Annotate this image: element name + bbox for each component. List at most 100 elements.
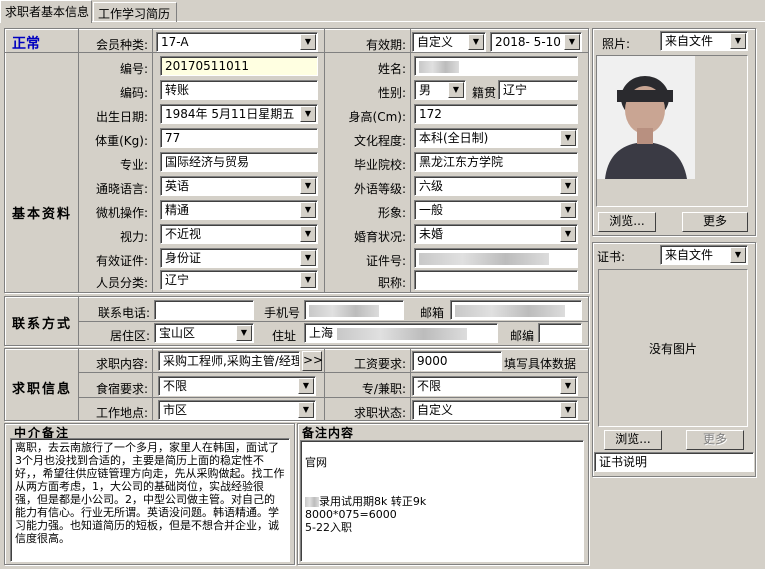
chevron-down-icon[interactable]: ▼: [298, 402, 314, 418]
birth-label: 出生日期:: [95, 110, 148, 124]
member-type-label: 会员种类:: [95, 38, 148, 52]
cert-label: 证书:: [597, 250, 626, 264]
photo-browse-button[interactable]: 浏览...: [598, 212, 656, 232]
salary-label: 工资要求:: [353, 357, 406, 371]
tab-basic-info[interactable]: 求职者基本信息: [0, 0, 92, 23]
chevron-down-icon[interactable]: ▼: [448, 82, 464, 98]
address-field[interactable]: 上海: [304, 323, 498, 343]
person-type-select[interactable]: 辽宁 ▼: [160, 270, 318, 290]
phone-label: 联系电话:: [97, 306, 150, 320]
email-label: 邮箱: [419, 306, 444, 320]
cert-description-field[interactable]: 证书说明: [594, 452, 754, 472]
weight-label: 体重(Kg):: [95, 134, 148, 148]
salary-field[interactable]: 9000: [412, 351, 502, 371]
cert-browse-button[interactable]: 浏览...: [604, 430, 662, 450]
remarks-textarea[interactable]: 官网 录用试用期8k 转正9k 8000*075=6000 5-22入职: [300, 440, 584, 562]
remarks-line: 官网: [305, 456, 327, 469]
appearance-label: 形象:: [377, 206, 406, 220]
photo-label: 照片:: [602, 37, 631, 51]
mobile-label: 手机号: [263, 306, 300, 320]
school-field[interactable]: 黑龙江东方学院: [414, 152, 578, 172]
chevron-down-icon[interactable]: ▼: [730, 33, 746, 49]
code-field[interactable]: 转账: [160, 80, 318, 100]
email-field[interactable]: [450, 300, 582, 320]
chevron-down-icon[interactable]: ▼: [300, 178, 316, 194]
parttime-label: 专/兼职:: [361, 382, 406, 396]
school-label: 毕业院校:: [353, 158, 406, 172]
chevron-down-icon[interactable]: ▼: [560, 402, 576, 418]
section-contact: 联系方式: [12, 317, 73, 332]
zip-field[interactable]: [538, 323, 582, 343]
member-type-select[interactable]: 17-A ▼: [156, 32, 318, 52]
id-type-select[interactable]: 身份证 ▼: [160, 248, 318, 268]
chevron-down-icon[interactable]: ▼: [300, 106, 316, 122]
chevron-down-icon[interactable]: ▼: [468, 34, 484, 50]
district-select[interactable]: 宝山区 ▼: [154, 323, 254, 343]
computer-label: 微机操作:: [95, 206, 148, 220]
chevron-down-icon[interactable]: ▼: [560, 130, 576, 146]
chevron-down-icon[interactable]: ▼: [560, 226, 576, 242]
appearance-select[interactable]: 一般 ▼: [414, 200, 578, 220]
photo-more-button[interactable]: 更多: [682, 212, 748, 232]
marital-select[interactable]: 未婚 ▼: [414, 224, 578, 244]
chevron-down-icon[interactable]: ▼: [298, 378, 314, 394]
tab-bar: 求职者基本信息 工作学习简历: [0, 0, 765, 23]
validity-date-picker[interactable]: 2018- 5-10 ▼: [490, 32, 582, 52]
location-label: 工作地点:: [95, 406, 148, 420]
validity-label: 有效期:: [365, 38, 406, 52]
height-label: 身高(Cm):: [348, 110, 406, 124]
chevron-down-icon[interactable]: ▼: [730, 247, 746, 263]
id-number-label: 证件号:: [365, 254, 406, 268]
cert-no-image-text: 没有图片: [648, 342, 697, 356]
language-select[interactable]: 英语 ▼: [160, 176, 318, 196]
height-field[interactable]: 172: [414, 104, 578, 124]
job-content-more-button[interactable]: >>: [302, 351, 323, 371]
major-label: 专业:: [119, 158, 148, 172]
cert-image-frame: 没有图片: [598, 269, 748, 427]
housing-select[interactable]: 不限 ▼: [158, 376, 316, 396]
cert-source-select[interactable]: 来自文件 ▼: [660, 245, 748, 265]
agent-note-textarea[interactable]: 离职，去云南旅行了一个多月，家里人在韩国，面试了3个月也没找到合适的，主要是简历…: [10, 438, 290, 562]
id-type-label: 有效证件:: [95, 254, 148, 268]
title-field[interactable]: [414, 270, 578, 290]
job-status-select[interactable]: 自定义 ▼: [412, 400, 578, 420]
birth-date-picker[interactable]: 1984年 5月11日星期五 ▼: [160, 104, 318, 124]
chevron-down-icon[interactable]: ▼: [236, 325, 252, 341]
mobile-field[interactable]: [304, 300, 404, 320]
parttime-select[interactable]: 不限 ▼: [412, 376, 578, 396]
phone-field[interactable]: [154, 300, 254, 320]
gender-label: 性别:: [377, 86, 406, 100]
major-field[interactable]: 国际经济与贸易: [160, 152, 318, 172]
district-label: 居住区:: [109, 329, 150, 343]
gender-select[interactable]: 男 ▼: [414, 80, 466, 100]
validity-mode-select[interactable]: 自定义 ▼: [412, 32, 486, 52]
vision-select[interactable]: 不近视 ▼: [160, 224, 318, 244]
vision-label: 视力:: [119, 230, 148, 244]
photo-source-select[interactable]: 来自文件 ▼: [660, 31, 748, 51]
chevron-down-icon[interactable]: ▼: [300, 34, 316, 50]
chevron-down-icon[interactable]: ▼: [564, 34, 580, 50]
education-select[interactable]: 本科(全日制) ▼: [414, 128, 578, 148]
chevron-down-icon[interactable]: ▼: [300, 250, 316, 266]
location-select[interactable]: 市区 ▼: [158, 400, 316, 420]
remarks-line: 录用试用期8k 转正9k: [305, 495, 579, 508]
housing-label: 食宿要求:: [95, 382, 148, 396]
id-number-field[interactable]: [414, 248, 578, 268]
name-field[interactable]: [414, 56, 578, 76]
chevron-down-icon[interactable]: ▼: [560, 378, 576, 394]
hometown-field[interactable]: 辽宁: [498, 80, 578, 100]
chevron-down-icon[interactable]: ▼: [300, 226, 316, 242]
language-label: 通晓语言:: [95, 182, 148, 196]
computer-select[interactable]: 精通 ▼: [160, 200, 318, 220]
weight-field[interactable]: 77: [160, 128, 318, 148]
language-level-select[interactable]: 六级 ▼: [414, 176, 578, 196]
cert-more-button: 更多: [686, 430, 744, 450]
job-status-label: 求职状态:: [353, 406, 406, 420]
chevron-down-icon[interactable]: ▼: [560, 178, 576, 194]
chevron-down-icon[interactable]: ▼: [300, 202, 316, 218]
chevron-down-icon[interactable]: ▼: [560, 202, 576, 218]
job-content-field[interactable]: 采购工程师,采购主管/经理: [158, 351, 300, 371]
tab-work-resume[interactable]: 工作学习简历: [93, 2, 177, 22]
number-field[interactable]: 20170511011: [160, 56, 318, 76]
chevron-down-icon[interactable]: ▼: [300, 272, 316, 288]
